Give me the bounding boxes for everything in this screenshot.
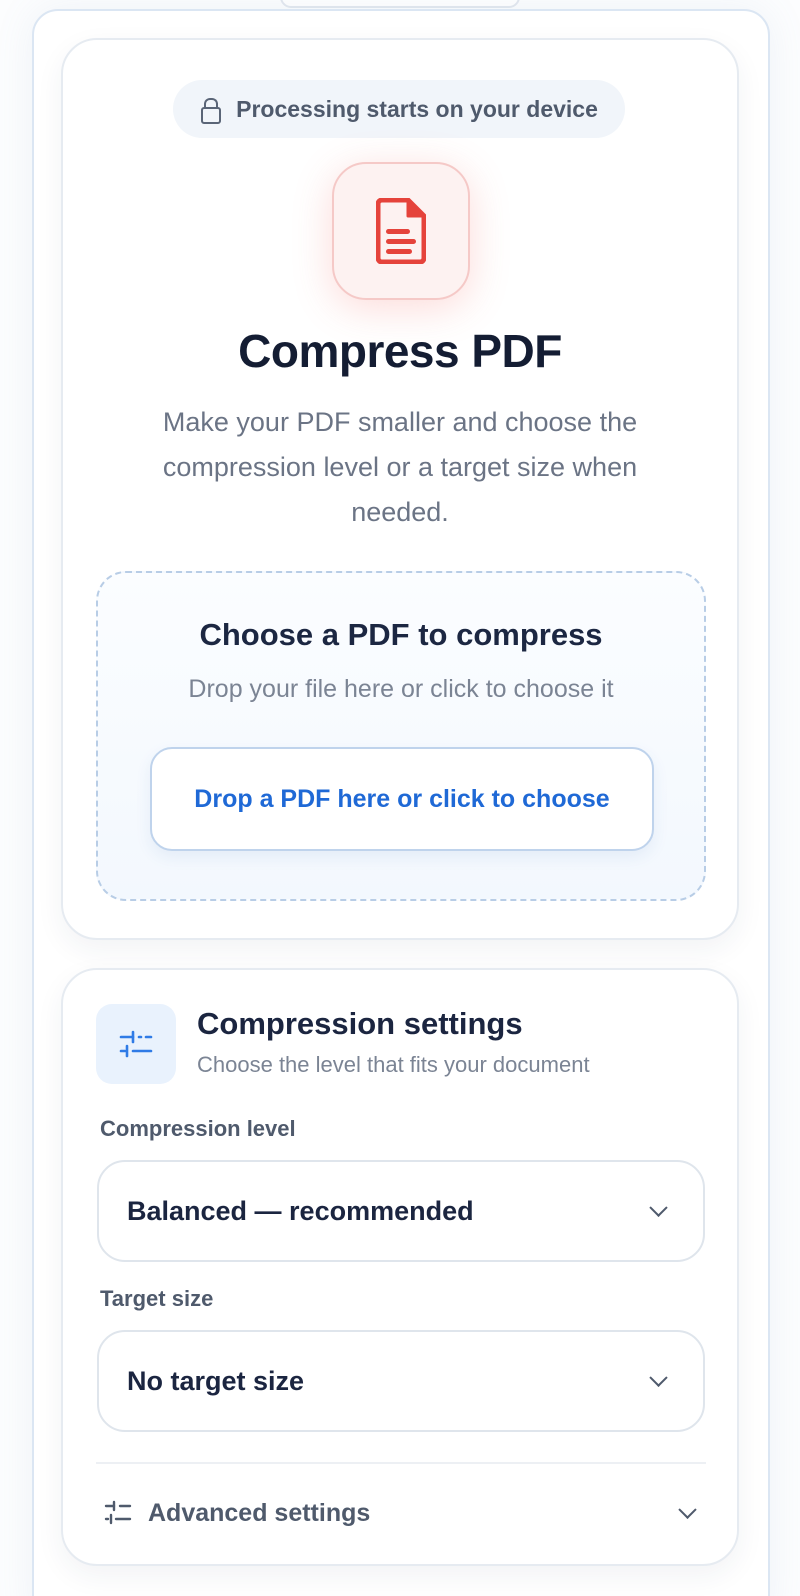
settings-subtitle: Choose the level that fits your document <box>197 1052 590 1077</box>
privacy-badge: Processing starts on your device <box>173 80 625 138</box>
divider <box>96 1462 706 1464</box>
compress-pdf-card: Processing starts on your device Compres… <box>61 38 739 940</box>
chevron-down-icon <box>649 1198 668 1217</box>
choose-pdf-button[interactable]: Drop a PDF here or click to choose <box>150 747 654 851</box>
page-title: Compress PDF <box>238 325 562 377</box>
advanced-settings-label: Advanced settings <box>148 1498 371 1527</box>
sliders-icon <box>96 1004 176 1084</box>
compression-settings-card: Compression settings Choose the level th… <box>61 968 739 1566</box>
advanced-settings-toggle[interactable]: Advanced settings <box>96 1470 706 1556</box>
compression-level-value: Balanced — recommended <box>127 1195 474 1226</box>
privacy-badge-text: Processing starts on your device <box>236 95 598 122</box>
settings-title: Compression settings <box>197 1006 523 1041</box>
chevron-down-icon <box>678 1500 697 1519</box>
target-size-select[interactable]: No target size <box>97 1330 705 1432</box>
compression-level-select[interactable]: Balanced — recommended <box>97 1160 705 1262</box>
target-size-value: No target size <box>127 1365 305 1396</box>
chevron-down-icon <box>649 1368 668 1387</box>
sliders-icon <box>104 1500 132 1531</box>
lock-icon <box>200 98 222 124</box>
pdf-file-icon <box>332 162 470 300</box>
dropzone-title: Choose a PDF to compress <box>199 617 603 652</box>
target-size-label: Target size <box>100 1286 214 1311</box>
compression-level-label: Compression level <box>100 1116 296 1141</box>
top-tab-edge <box>280 0 520 8</box>
dropzone-subtitle: Drop your file here or click to choose i… <box>188 675 614 703</box>
file-dropzone[interactable]: Choose a PDF to compress Drop your file … <box>96 571 706 901</box>
page-description: Make your PDF smaller and choose the com… <box>162 407 638 527</box>
